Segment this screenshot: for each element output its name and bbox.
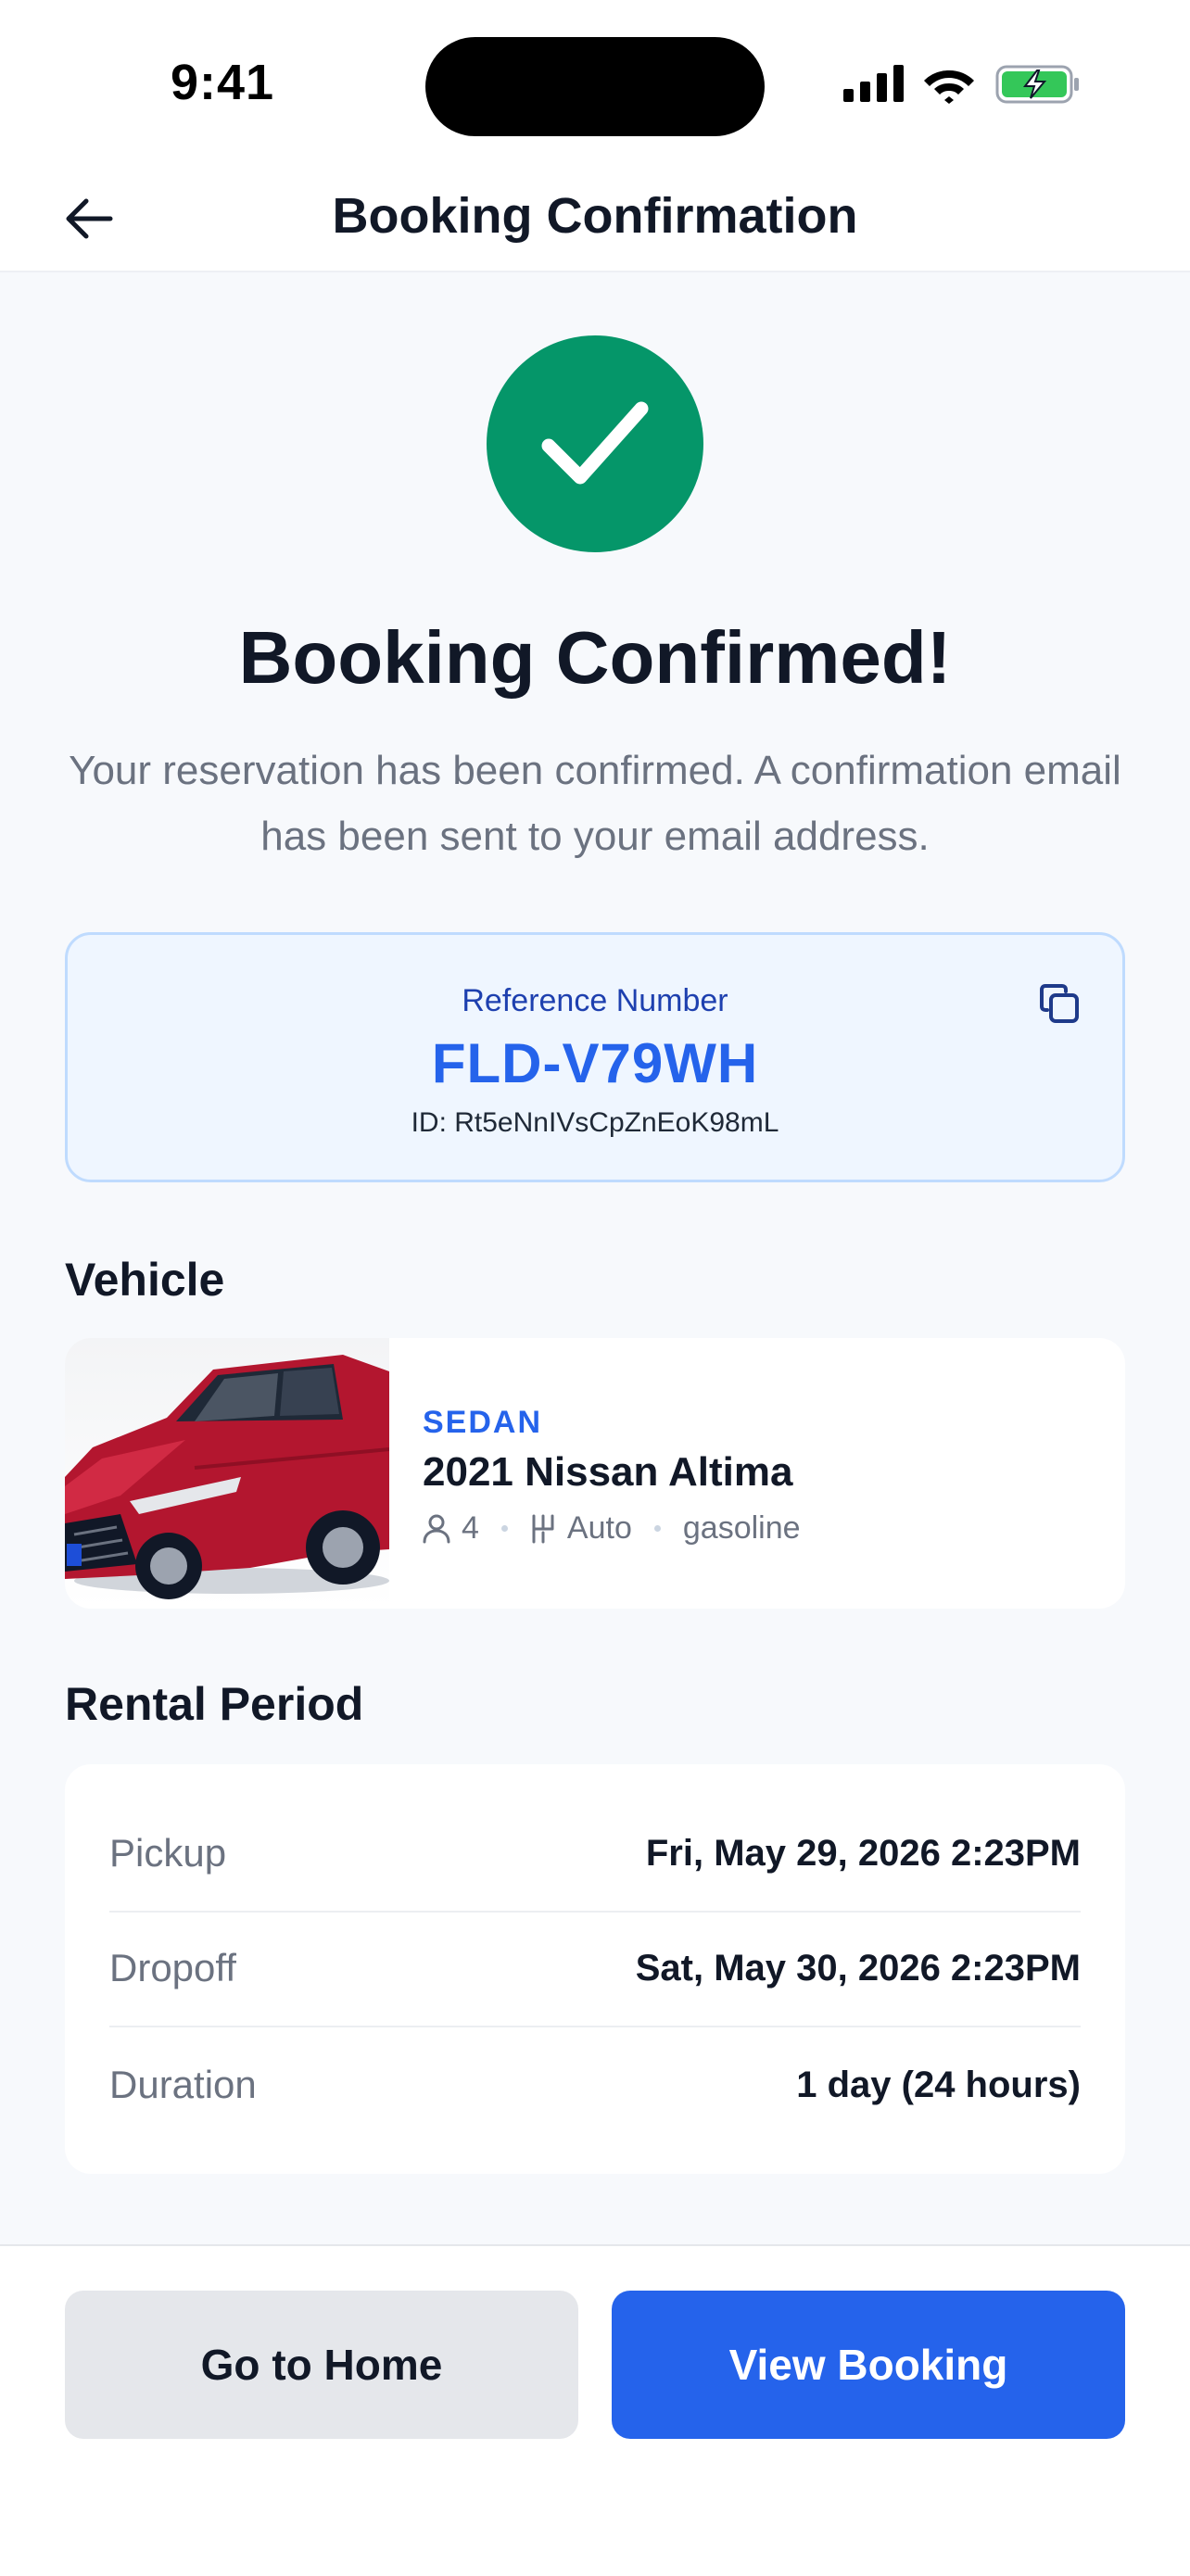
vehicle-heading: Vehicle bbox=[65, 1254, 225, 1306]
rental-row-pickup: Pickup Fri, May 29, 2026 2:23PM bbox=[109, 1796, 1081, 1913]
success-badge bbox=[487, 335, 703, 552]
vehicle-name: 2021 Nissan Altima bbox=[423, 1449, 793, 1495]
rental-period-card: Pickup Fri, May 29, 2026 2:23PM Dropoff … bbox=[65, 1764, 1125, 2174]
vehicle-specs: 4 Auto gasoline bbox=[423, 1510, 801, 1547]
car-image bbox=[65, 1355, 390, 1599]
rental-value: Sat, May 30, 2026 2:23PM bbox=[635, 1947, 1081, 1989]
success-title: Booking Confirmed! bbox=[238, 616, 952, 699]
copy-icon bbox=[1040, 984, 1079, 1023]
bottom-action-bar: Go to Home View Booking bbox=[0, 2244, 1190, 2576]
checkmark-icon bbox=[541, 401, 649, 485]
gear-shift-icon bbox=[532, 1514, 554, 1543]
page-title: Booking Confirmation bbox=[332, 188, 858, 244]
transmission-type: Auto bbox=[566, 1510, 632, 1546]
rental-period-heading: Rental Period bbox=[65, 1678, 364, 1730]
view-booking-button[interactable]: View Booking bbox=[612, 2291, 1125, 2439]
person-icon bbox=[423, 1514, 450, 1543]
fuel-type: gasoline bbox=[682, 1510, 801, 1546]
cellular-signal-icon bbox=[843, 65, 904, 102]
spec-transmission: Auto bbox=[530, 1510, 632, 1547]
vehicle-image bbox=[65, 1338, 390, 1609]
dynamic-island bbox=[425, 37, 765, 136]
rental-value: Fri, May 29, 2026 2:23PM bbox=[645, 1832, 1081, 1874]
spec-separator bbox=[500, 1525, 508, 1532]
go-to-home-button[interactable]: Go to Home bbox=[65, 2291, 578, 2439]
status-time: 9:41 bbox=[170, 55, 275, 110]
spec-fuel: gasoline bbox=[683, 1510, 801, 1547]
vehicle-category: SEDAN bbox=[423, 1405, 543, 1440]
rental-row-duration: Duration 1 day (24 hours) bbox=[109, 2027, 1081, 2142]
battery-charging-icon bbox=[995, 65, 1079, 104]
wifi-icon bbox=[924, 70, 974, 104]
status-bar: 9:41 bbox=[0, 0, 1190, 163]
rental-label: Dropoff bbox=[109, 1946, 236, 1989]
rental-row-dropoff: Dropoff Sat, May 30, 2026 2:23PM bbox=[109, 1911, 1081, 2027]
copy-reference-button[interactable] bbox=[1033, 978, 1085, 1029]
reference-card: Reference Number FLD-V79WH ID: Rt5eNnIVs… bbox=[65, 932, 1125, 1182]
spec-seats: 4 bbox=[423, 1510, 479, 1547]
reference-id: ID: Rt5eNnIVsCpZnEoK98mL bbox=[411, 1107, 779, 1138]
nav-bar: Booking Confirmation bbox=[0, 163, 1190, 272]
success-message: Your reservation has been confirmed. A c… bbox=[69, 748, 1121, 859]
rental-value: 1 day (24 hours) bbox=[796, 2064, 1081, 2105]
rental-label: Pickup bbox=[109, 1831, 227, 1875]
spec-separator bbox=[653, 1525, 661, 1532]
reference-label: Reference Number bbox=[462, 983, 728, 1018]
rental-label: Duration bbox=[109, 2063, 257, 2106]
reference-number: FLD-V79WH bbox=[431, 1032, 759, 1094]
vehicle-card[interactable]: SEDAN 2021 Nissan Altima 4 Auto gasoline bbox=[65, 1338, 1125, 1609]
seat-count: 4 bbox=[462, 1510, 479, 1546]
